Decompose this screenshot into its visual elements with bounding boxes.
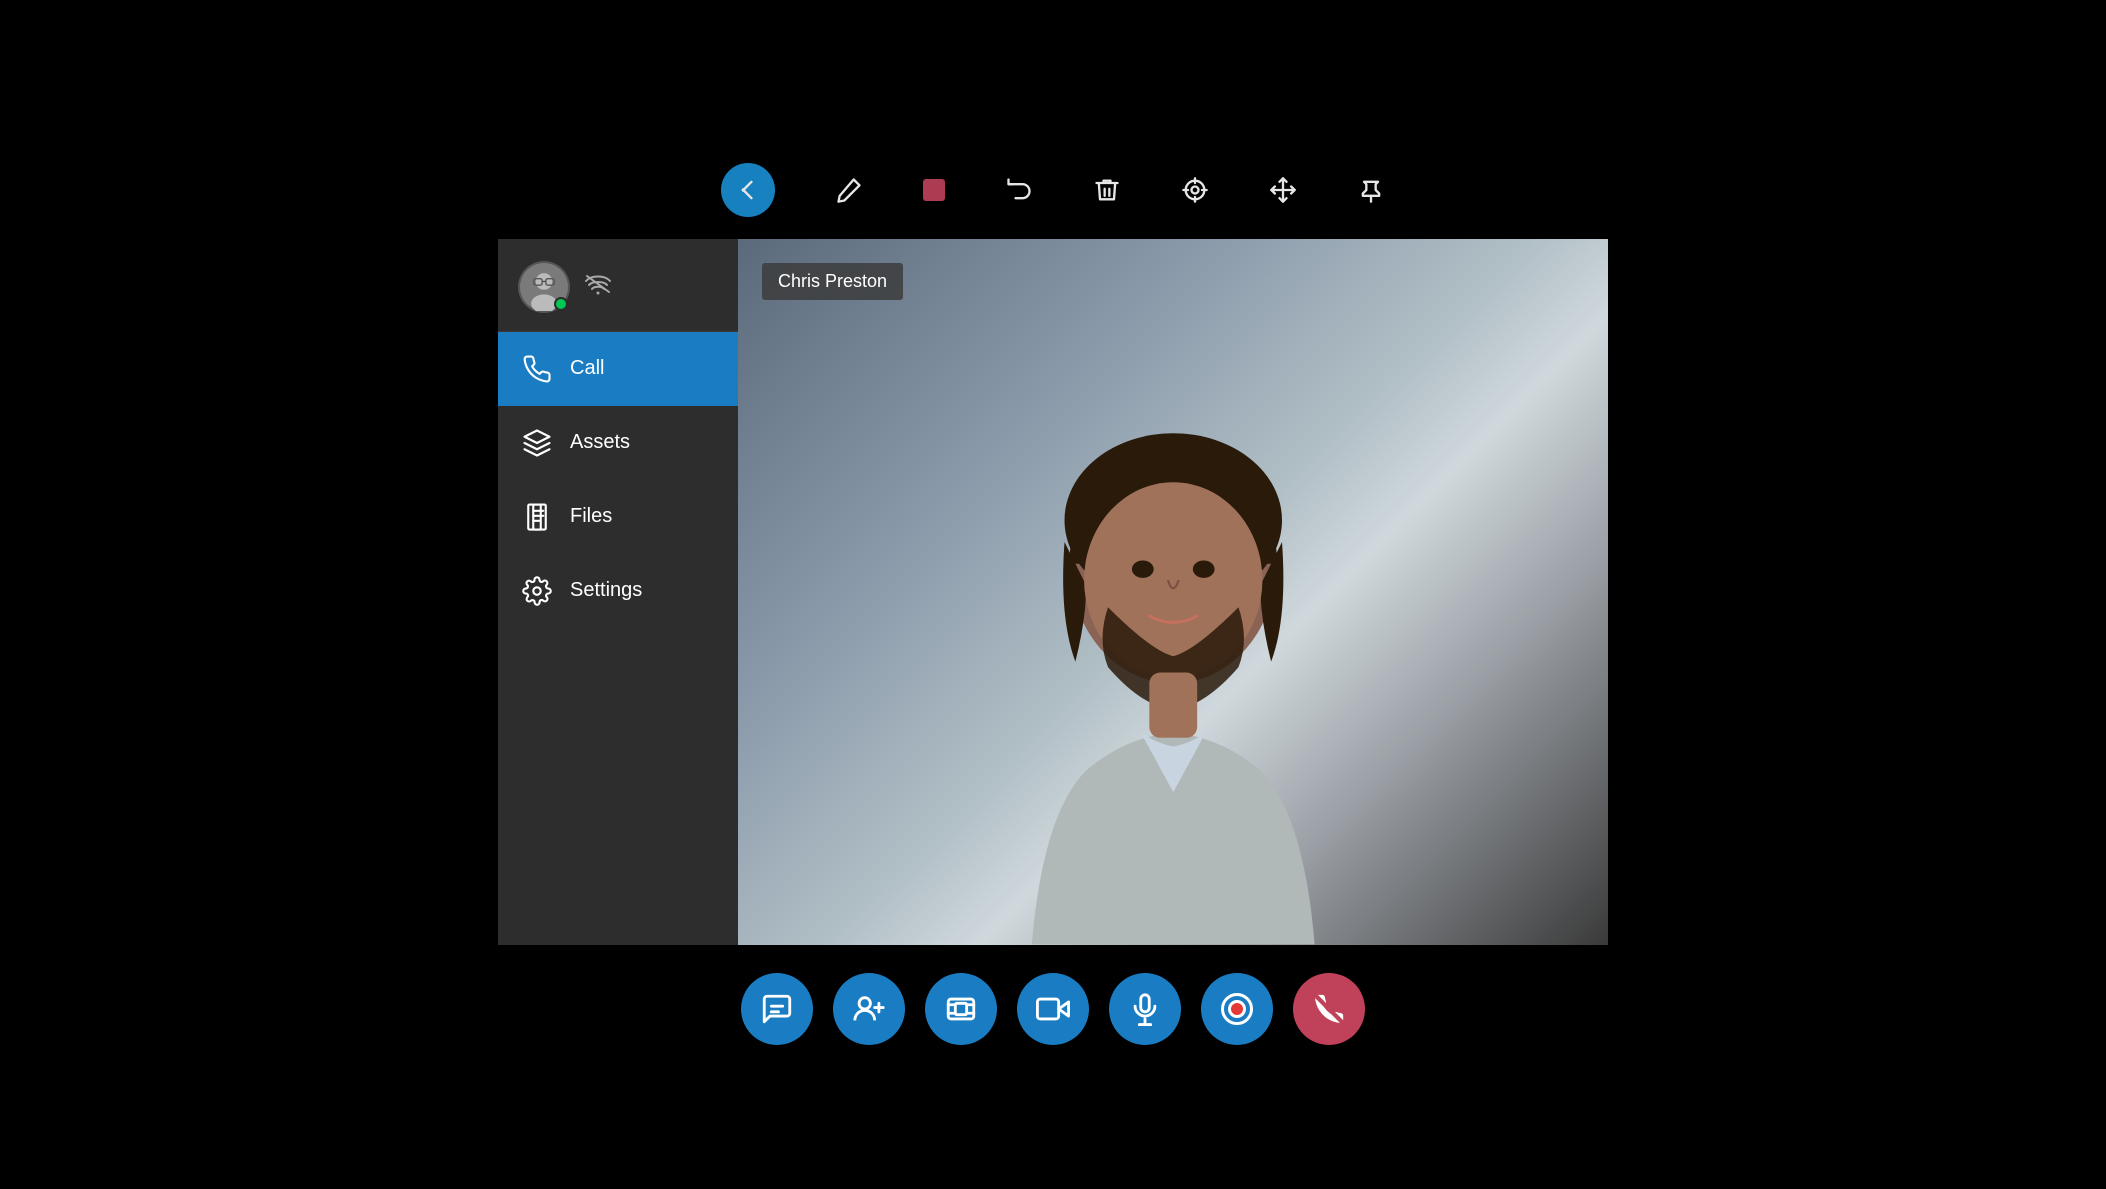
settings-target-button[interactable]: [1181, 176, 1209, 204]
wifi-icon: [584, 273, 612, 301]
screenshot-button[interactable]: [925, 973, 997, 1045]
sidebar-assets-label: Assets: [570, 431, 630, 454]
delete-button[interactable]: [1093, 176, 1121, 204]
caller-name: Chris Preston: [778, 271, 887, 291]
sidebar-call-label: Call: [570, 357, 604, 380]
back-button[interactable]: [721, 163, 775, 217]
main-area: Call Assets Files: [498, 239, 1608, 945]
color-swatch: [923, 179, 945, 201]
toolbar: [498, 145, 1608, 239]
chat-button[interactable]: [741, 973, 813, 1045]
undo-button[interactable]: [1005, 176, 1033, 204]
pin-button[interactable]: [1357, 176, 1385, 204]
pen-button[interactable]: [835, 176, 863, 204]
sidebar-item-files[interactable]: Files: [498, 480, 738, 554]
online-status-dot: [554, 297, 568, 311]
video-background: Chris Preston: [738, 239, 1608, 945]
color-button[interactable]: [923, 179, 945, 201]
sidebar-files-label: Files: [570, 505, 612, 528]
microphone-button[interactable]: [1109, 973, 1181, 1045]
video-area: Chris Preston: [738, 239, 1608, 945]
sidebar-item-settings[interactable]: Settings: [498, 554, 738, 628]
camera-button[interactable]: [1017, 973, 1089, 1045]
move-button[interactable]: [1269, 176, 1297, 204]
sidebar-item-call[interactable]: Call: [498, 332, 738, 406]
user-area: [498, 239, 738, 332]
bottom-controls: [498, 945, 1608, 1045]
sidebar-settings-label: Settings: [570, 579, 642, 602]
record-button[interactable]: [1201, 973, 1273, 1045]
person-figure: [738, 239, 1608, 945]
record-dot: [1228, 1000, 1246, 1018]
add-people-button[interactable]: [833, 973, 905, 1045]
caller-name-tag: Chris Preston: [762, 263, 903, 300]
avatar: [518, 261, 570, 313]
end-call-button[interactable]: [1293, 973, 1365, 1045]
sidebar-item-assets[interactable]: Assets: [498, 406, 738, 480]
sidebar: Call Assets Files: [498, 239, 738, 945]
app-container: Call Assets Files: [498, 145, 1608, 1045]
